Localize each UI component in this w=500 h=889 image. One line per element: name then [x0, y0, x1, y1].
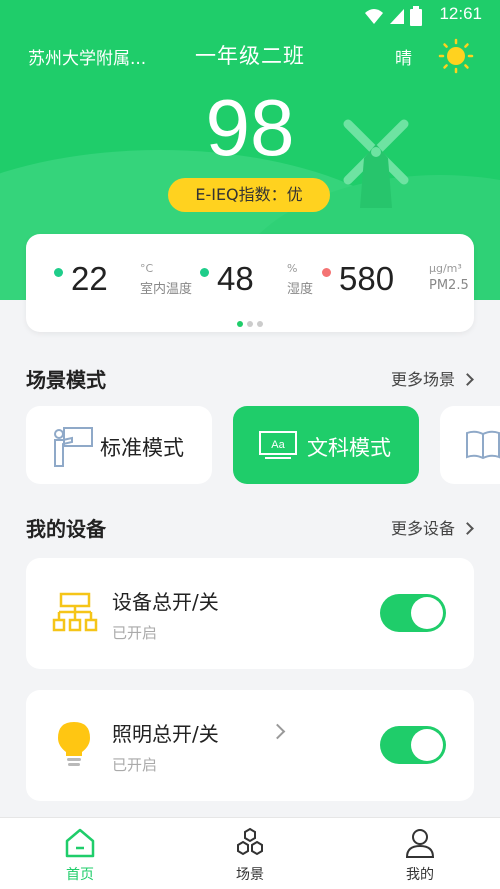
svg-text:Aa: Aa [271, 439, 285, 451]
page-indicator [26, 312, 474, 331]
device-toggle[interactable] [380, 594, 446, 632]
status-dot [54, 268, 63, 277]
more-devices-link[interactable]: 更多设备 [390, 515, 474, 539]
sun-icon [438, 38, 474, 74]
open-book-icon [466, 430, 500, 460]
chevron-right-icon [461, 373, 474, 386]
light-bulb-icon [58, 722, 90, 766]
page-dot [247, 321, 253, 327]
wifi-icon [364, 8, 383, 24]
battery-icon [410, 5, 422, 26]
more-scenes-label: 更多场景 [390, 370, 455, 389]
home-icon [65, 828, 95, 858]
device-card-all[interactable]: 设备总开/关 已开启 [26, 558, 474, 669]
pm25-reading: 580 μg/m³ PM2.5 [322, 260, 472, 300]
ieq-score: 98 [205, 83, 295, 172]
page-dot [237, 321, 243, 327]
humidity-reading: 48 % 湿度 [200, 260, 314, 300]
ieq-index-badge[interactable]: E-IEQ指数：优 [168, 178, 330, 212]
humidity-label: 湿度 [287, 282, 314, 297]
status-bar: 12:61 [0, 0, 500, 30]
cell-signal-icon [389, 8, 404, 24]
scene-liberal-arts[interactable]: Aa 文科模式 [233, 406, 419, 484]
hexagons-icon [237, 827, 263, 856]
tab-label: 场景 [236, 867, 264, 883]
tab-home[interactable]: 首页 [20, 818, 140, 889]
humidity-unit: % [287, 262, 298, 275]
chevron-right-icon[interactable] [269, 723, 286, 740]
pm25-value: 580 [339, 260, 395, 297]
scene-section-title: 场景模式 [26, 368, 106, 392]
device-section-title: 我的设备 [26, 517, 106, 541]
page-dot [257, 321, 263, 327]
more-scenes-link[interactable]: 更多场景 [390, 366, 474, 390]
status-time: 12:61 [439, 4, 482, 23]
device-name: 照明总开/关 [112, 722, 219, 746]
humidity-value: 48 [217, 260, 254, 297]
pm25-label: PM2.5 [429, 278, 469, 293]
projector-screen-icon: Aa [259, 431, 297, 459]
scene-reading[interactable] [440, 406, 500, 484]
toggle-knob [411, 597, 443, 629]
pm25-unit: μg/m³ [429, 262, 462, 275]
device-status: 已开启 [112, 624, 158, 642]
tab-scenes[interactable]: 场景 [190, 818, 310, 889]
toggle-knob [411, 729, 443, 761]
status-dot [200, 268, 209, 277]
tab-label: 首页 [66, 867, 94, 883]
environment-card[interactable]: 22 °C 室内温度 48 % 湿度 580 μg/m³ PM2.5 [26, 234, 474, 332]
status-dot [322, 268, 331, 277]
temperature-reading: 22 °C 室内温度 [54, 260, 192, 300]
temperature-label: 室内温度 [140, 282, 193, 297]
device-name: 设备总开/关 [112, 590, 219, 614]
chevron-right-icon [461, 522, 474, 535]
class-title[interactable]: 一年级二班 [0, 40, 500, 70]
scene-label: 标准模式 [100, 436, 184, 460]
temperature-value: 22 [71, 260, 108, 297]
scene-label: 文科模式 [307, 436, 391, 460]
more-devices-label: 更多设备 [390, 519, 455, 538]
device-card-lighting[interactable]: 照明总开/关 已开启 [26, 690, 474, 801]
network-hierarchy-icon [52, 592, 98, 632]
user-icon [405, 829, 435, 858]
teacher-board-icon [54, 427, 93, 467]
status-icons [364, 5, 422, 26]
device-status: 已开启 [112, 756, 158, 774]
temperature-unit: °C [140, 262, 154, 275]
weather-text: 晴 [395, 49, 412, 69]
lighting-toggle[interactable] [380, 726, 446, 764]
tab-label: 我的 [406, 867, 434, 883]
bottom-tab-bar: 首页 场景 我的 [0, 817, 500, 889]
tab-profile[interactable]: 我的 [360, 818, 480, 889]
scene-standard[interactable]: 标准模式 [26, 406, 212, 484]
